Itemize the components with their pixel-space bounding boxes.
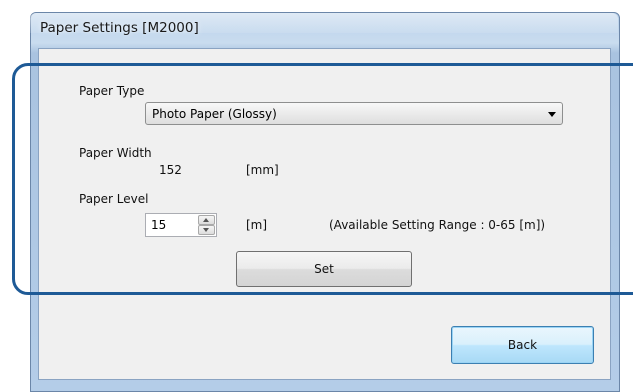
paper-width-value: 152 (159, 163, 182, 177)
spin-up-icon[interactable] (198, 215, 215, 225)
chevron-down-icon (548, 112, 556, 117)
paper-type-label: Paper Type (79, 84, 145, 98)
set-button[interactable]: Set (236, 251, 412, 287)
paper-level-spinbox[interactable]: 15 (145, 213, 217, 237)
paper-type-selected-value: Photo Paper (Glossy) (152, 107, 277, 121)
available-range-note: (Available Setting Range : 0-65 [m]) (329, 218, 546, 232)
paper-width-label: Paper Width (79, 146, 152, 160)
spin-down-icon[interactable] (198, 225, 215, 235)
paper-type-dropdown[interactable]: Photo Paper (Glossy) (145, 102, 563, 125)
back-button[interactable]: Back (451, 326, 594, 364)
window-title: Paper Settings [M2000] (40, 20, 199, 36)
paper-level-label: Paper Level (79, 192, 149, 206)
paper-width-unit: [mm] (246, 163, 279, 177)
paper-level-unit: [m] (246, 218, 268, 232)
paper-level-input[interactable]: 15 (151, 218, 166, 232)
